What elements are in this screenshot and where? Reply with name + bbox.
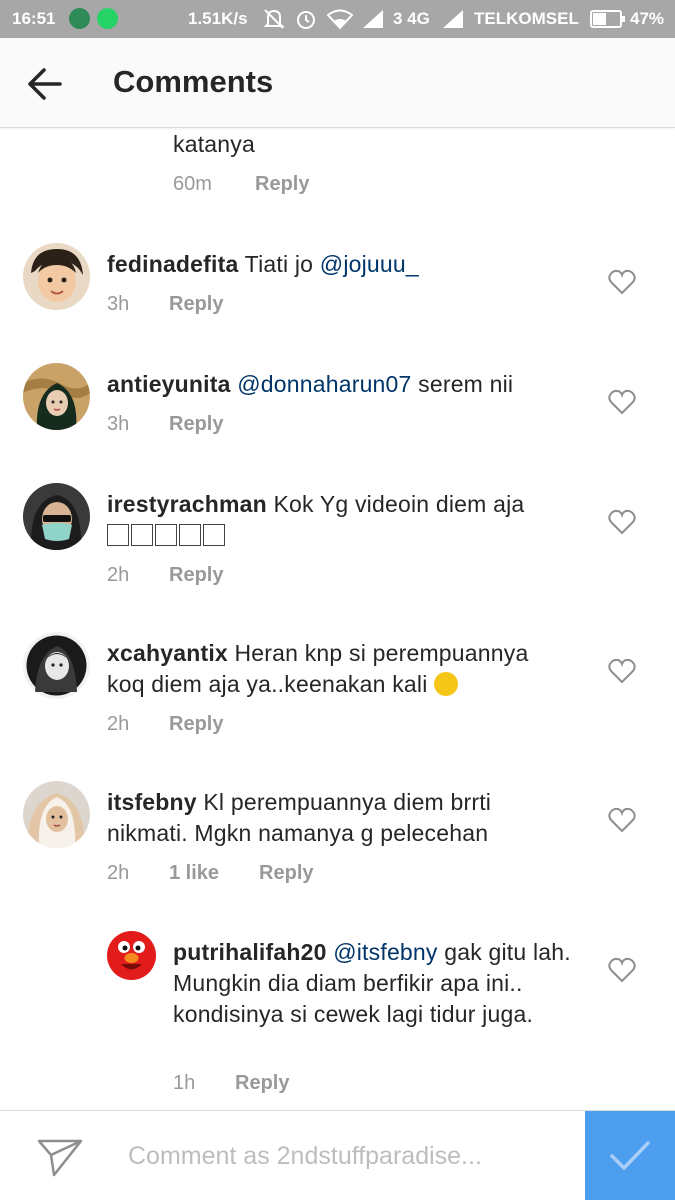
back-button[interactable] [22, 62, 68, 106]
smiley-emoji-icon [433, 672, 458, 696]
comment-time: 3h [107, 413, 130, 435]
status-bar: 16:51 1.51K/s 3 4G TELKOMSEL 47% [0, 0, 675, 38]
checkmark-icon [610, 1141, 650, 1170]
signal-icon-2 [443, 10, 463, 28]
avatar[interactable] [23, 363, 90, 430]
post-comment-button[interactable] [585, 1111, 675, 1200]
app-bar: Comments [0, 38, 675, 128]
reply-button[interactable]: Reply [169, 413, 223, 436]
comment-meta: 2h 1 like Reply [107, 862, 314, 885]
direct-send-icon[interactable] [36, 1135, 84, 1179]
heart-icon[interactable] [608, 269, 636, 295]
battery-percent: 47% [630, 9, 665, 28]
reply-button[interactable]: Reply [235, 1072, 289, 1095]
comment-meta: 60m Reply [173, 173, 309, 196]
network-type: 3 4G [393, 9, 430, 28]
avatar[interactable] [23, 781, 90, 848]
comment-username[interactable]: xcahyantix [107, 640, 228, 666]
comment-meta: 3h Reply [107, 413, 223, 436]
battery-icon [590, 10, 625, 28]
comment-username[interactable]: fedinadefita [107, 251, 238, 277]
emoji-placeholder-icon [131, 524, 153, 546]
heart-icon[interactable] [608, 807, 636, 833]
heart-icon[interactable] [608, 509, 636, 535]
heart-icon[interactable] [608, 957, 636, 983]
reply-button[interactable]: Reply [169, 713, 223, 736]
comment-time: 3h [107, 293, 130, 315]
emoji-placeholder-icon [179, 524, 201, 546]
avatar-image [23, 483, 90, 550]
page-title: Comments [113, 64, 274, 99]
alarm-icon [297, 11, 315, 29]
comment-input[interactable] [128, 1136, 568, 1176]
comment-meta: 1h Reply [173, 1072, 289, 1095]
mention-link[interactable]: @donnaharun07 [237, 371, 411, 397]
mention-link[interactable]: @itsfebny [333, 939, 437, 965]
reply-button[interactable]: Reply [169, 293, 223, 316]
comment-time: 1h [173, 1072, 196, 1094]
comment-text: fedinadefita Tiati jo @jojuuu_ [107, 249, 567, 280]
comment-meta: 3h Reply [107, 293, 223, 316]
comment-username[interactable]: irestyrachman [107, 491, 267, 517]
status-time: 16:51 [12, 9, 56, 28]
emoji-placeholder-icon [155, 524, 177, 546]
comment-text: putrihalifah20 @itsfebny gak gitu lah. M… [173, 937, 573, 1030]
emoji-placeholder-icon [203, 524, 225, 546]
comment-text: katanya [173, 131, 255, 157]
comment-time: 60m [173, 173, 212, 195]
avatar-image [23, 243, 90, 310]
avatar[interactable] [107, 931, 156, 980]
avatar-image [23, 781, 90, 848]
comment-time: 2h [107, 564, 130, 586]
comment-body: Kok Yg videoin diem aja [273, 491, 525, 517]
comment-text: irestyrachman Kok Yg videoin diem aja [107, 489, 567, 551]
comment-meta: 2h Reply [107, 564, 223, 587]
mute-icon [263, 9, 285, 29]
wifi-icon [327, 9, 353, 30]
network-speed: 1.51K/s [188, 9, 248, 28]
avatar[interactable] [23, 483, 90, 550]
mention-link[interactable]: @jojuuu_ [320, 251, 419, 277]
comment-time: 2h [107, 713, 130, 735]
emoji-placeholder-icon [107, 524, 129, 546]
carrier-name: TELKOMSEL [474, 9, 579, 28]
comment-text: antieyunita @donnaharun07 serem nii [107, 369, 567, 400]
notification-app-icon [69, 8, 90, 29]
heart-icon[interactable] [608, 389, 636, 415]
reply-button[interactable]: Reply [169, 564, 223, 587]
comments-list[interactable]: katanya 60m Reply fedinadefita Tiati jo @… [0, 129, 675, 1110]
comment-text: xcahyantix Heran knp si perempuannya koq… [107, 638, 567, 700]
comment-text: itsfebny Kl perempuannya diem brrti nikm… [107, 787, 567, 849]
signal-icon [363, 10, 383, 28]
avatar[interactable] [23, 632, 90, 699]
comment-username[interactable]: itsfebny [107, 789, 197, 815]
comment-body: Tiati jo [244, 251, 320, 277]
avatar-image [23, 363, 90, 430]
avatar[interactable] [23, 243, 90, 310]
avatar-image [23, 632, 90, 699]
comment-time: 2h [107, 862, 130, 884]
comment-composer [0, 1110, 675, 1200]
comment-username[interactable]: putrihalifah20 [173, 939, 327, 965]
arrow-left-icon [28, 68, 62, 100]
whatsapp-icon [97, 8, 118, 29]
reply-button[interactable]: Reply [255, 173, 309, 196]
comment-username[interactable]: antieyunita [107, 371, 231, 397]
comment-body-rest: serem nii [411, 371, 514, 397]
avatar-image [107, 931, 156, 980]
reply-button[interactable]: Reply [259, 862, 313, 885]
likes-count[interactable]: 1 like [169, 862, 219, 885]
comment-meta: 2h Reply [107, 713, 223, 736]
heart-icon[interactable] [608, 658, 636, 684]
